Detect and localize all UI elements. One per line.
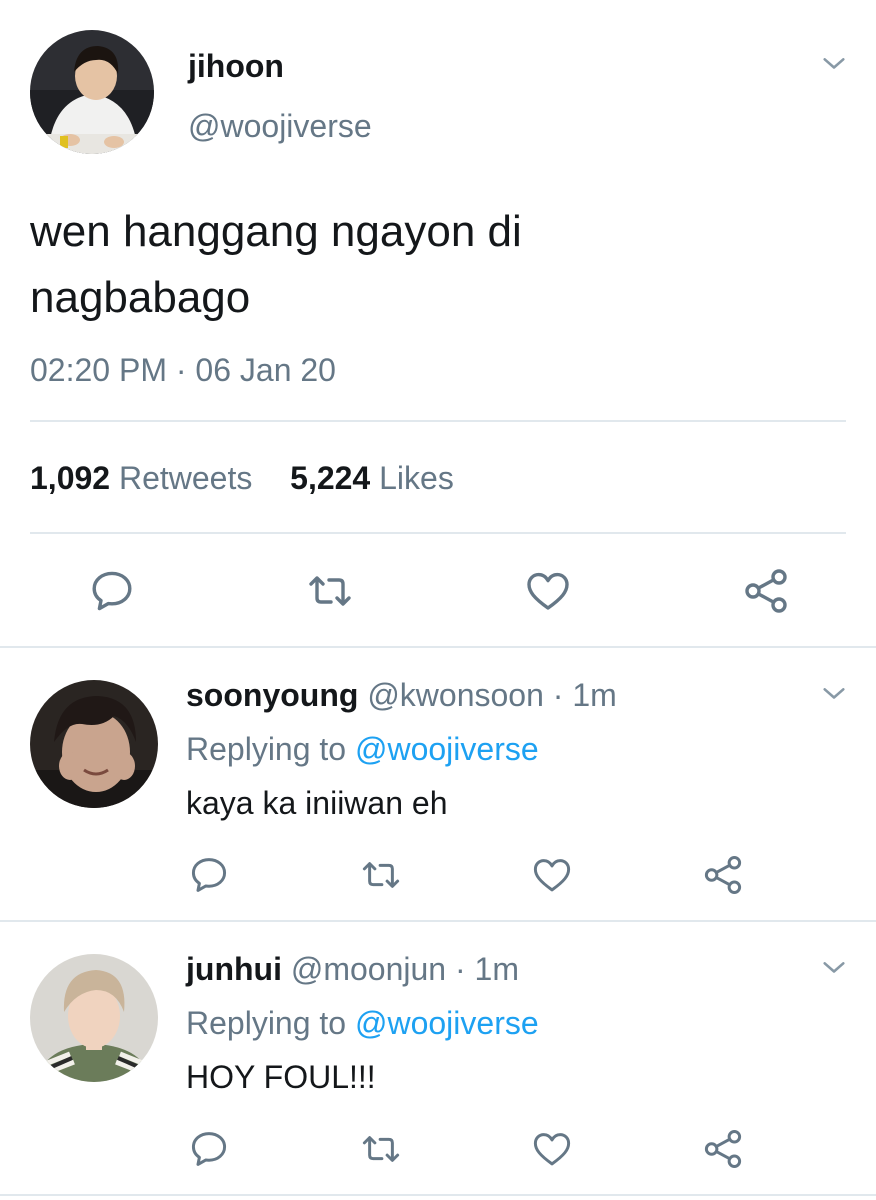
reply-icon[interactable] — [88, 567, 136, 615]
retweet-icon[interactable] — [360, 1128, 402, 1170]
reply-time: · 1m — [454, 951, 519, 987]
replying-to: Replying to @woojiverse — [186, 728, 539, 770]
like-label: Likes — [379, 460, 454, 496]
retweets-stat[interactable]: 1,092 Retweets — [30, 460, 261, 496]
likes-stat[interactable]: 5,224 Likes — [290, 460, 454, 496]
reply-time: · 1m — [552, 677, 617, 713]
share-icon[interactable] — [742, 567, 790, 615]
chevron-down-icon[interactable] — [820, 954, 848, 982]
share-icon[interactable] — [702, 1128, 744, 1170]
author-handle[interactable]: @woojiverse — [188, 106, 372, 146]
chevron-down-icon[interactable] — [820, 50, 848, 78]
replying-label: Replying to — [186, 1005, 347, 1041]
replying-label: Replying to — [186, 731, 347, 767]
avatar[interactable] — [30, 954, 158, 1082]
retweet-label: Retweets — [118, 460, 253, 496]
tweet-text-line-2: nagbabago — [30, 273, 251, 322]
reply-icon[interactable] — [188, 854, 230, 896]
divider — [30, 420, 846, 422]
tweet-text-line-1: wen hanggang ngayon di — [30, 207, 522, 256]
tweet-timestamp: 02:20 PM · 06 Jan 20 — [30, 352, 336, 388]
heart-icon[interactable] — [531, 1128, 573, 1170]
reply-header: soonyoung @kwonsoon · 1m — [186, 674, 617, 716]
replying-to: Replying to @woojiverse — [186, 1002, 539, 1044]
share-icon[interactable] — [702, 854, 744, 896]
reply-author-name[interactable]: junhui — [186, 951, 282, 987]
divider — [30, 532, 846, 534]
avatar-image — [30, 954, 158, 1082]
replying-to-handle[interactable]: @woojiverse — [355, 1005, 539, 1041]
retweet-icon[interactable] — [306, 567, 354, 615]
retweet-icon[interactable] — [360, 854, 402, 896]
divider — [0, 920, 876, 922]
like-count: 5,224 — [290, 460, 371, 496]
retweet-count: 1,092 — [30, 460, 111, 496]
reply-header: junhui @moonjun · 1m — [186, 948, 519, 990]
heart-icon[interactable] — [524, 567, 572, 615]
avatar-image — [30, 680, 158, 808]
avatar[interactable] — [30, 30, 154, 154]
chevron-down-icon[interactable] — [820, 680, 848, 708]
replying-to-handle[interactable]: @woojiverse — [355, 731, 539, 767]
avatar-image — [30, 30, 154, 154]
author-name[interactable]: jihoon — [188, 46, 284, 86]
tweet-stats: 1,092 Retweets 5,224 Likes — [30, 458, 454, 498]
reply-author-handle[interactable]: @kwonsoon — [367, 677, 544, 713]
divider — [0, 646, 876, 648]
heart-icon[interactable] — [531, 854, 573, 896]
reply-text: kaya ka iniiwan eh — [186, 785, 448, 821]
reply-author-name[interactable]: soonyoung — [186, 677, 358, 713]
reply-text: HOY FOUL!!! — [186, 1059, 376, 1095]
reply-icon[interactable] — [188, 1128, 230, 1170]
divider — [0, 1194, 876, 1196]
reply-author-handle[interactable]: @moonjun — [291, 951, 446, 987]
avatar[interactable] — [30, 680, 158, 808]
